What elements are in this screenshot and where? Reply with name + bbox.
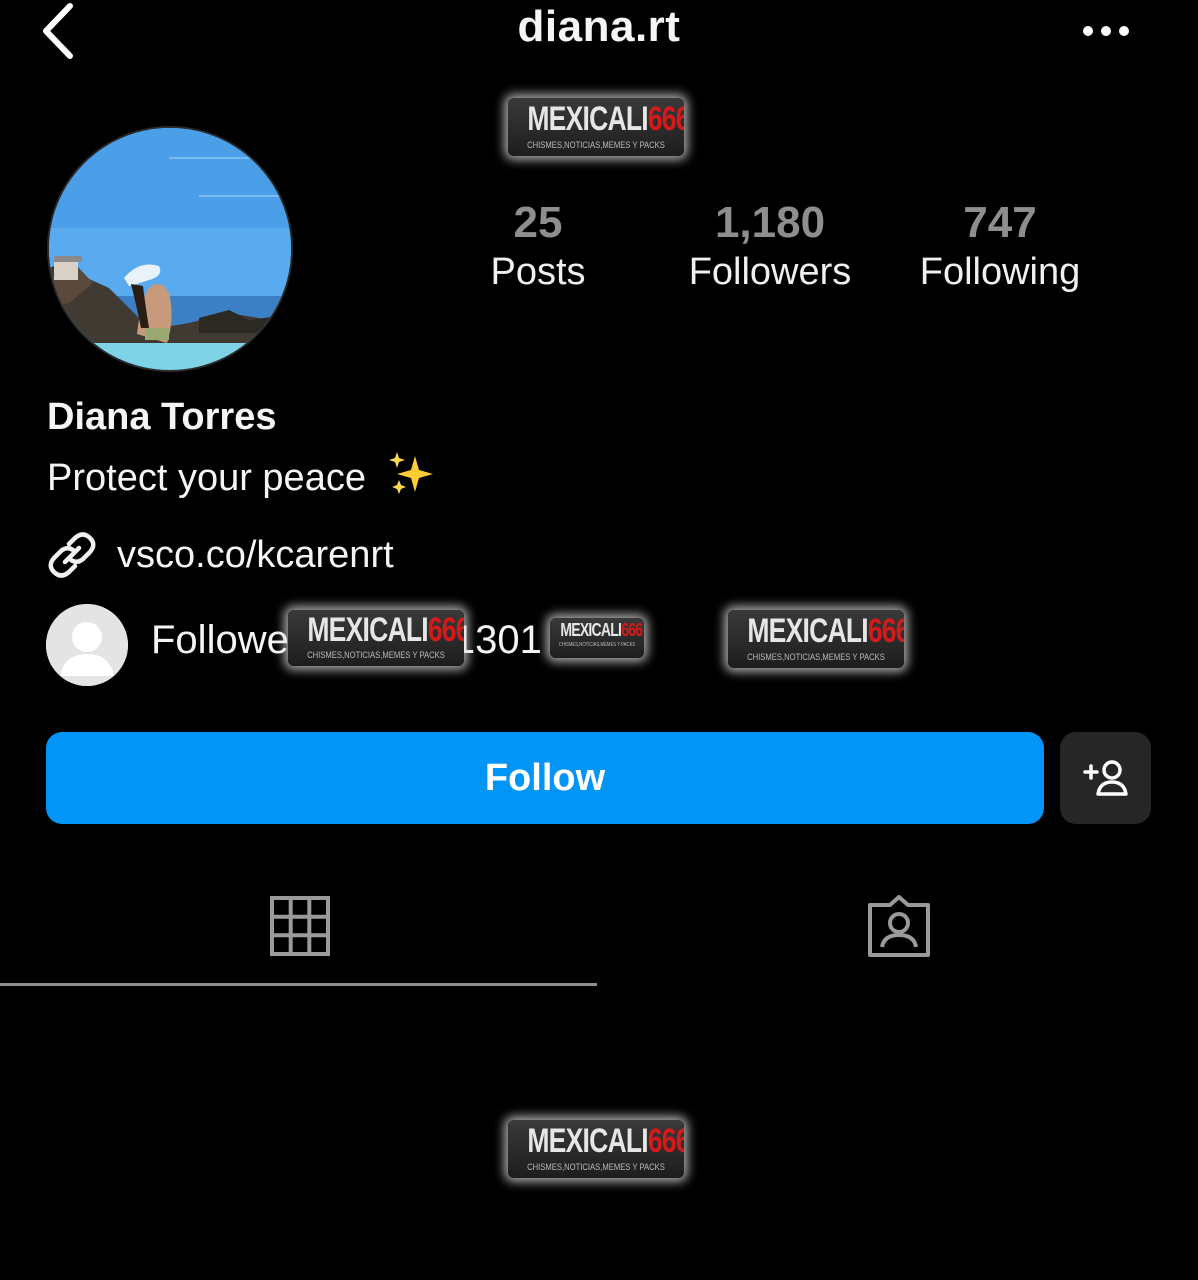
- followers-count-label: Followers: [688, 251, 852, 293]
- posts-count[interactable]: 25 Posts: [468, 198, 608, 296]
- profile-bio: Protect your peace: [47, 450, 437, 508]
- suggested-accounts-button[interactable]: [1060, 732, 1151, 824]
- active-tab-indicator: [0, 983, 597, 986]
- posts-count-value: 25: [513, 198, 563, 247]
- profile-full-name: Diana Torres: [47, 396, 277, 438]
- default-avatar-icon: [46, 604, 128, 686]
- sparkles-icon: [387, 450, 437, 508]
- watermark-logo: MEXICALI666 CHISMES,NOTICIAS,MEMES Y PAC…: [508, 98, 684, 156]
- more-horizontal-icon: [1083, 26, 1129, 36]
- following-count-label: Following: [919, 251, 1081, 293]
- profile-link-text: vsco.co/kcarenrt: [117, 533, 394, 576]
- followers-count-value: 1,180: [714, 198, 826, 247]
- profile-link[interactable]: vsco.co/kcarenrt: [47, 530, 394, 580]
- followers-count[interactable]: 1,180 Followers: [670, 198, 870, 296]
- watermark-logo: MEXICALI666 CHISMES,NOTICIAS,MEMES Y PAC…: [550, 618, 644, 658]
- add-person-icon: [1082, 760, 1128, 796]
- grid-icon: [269, 896, 330, 956]
- profile-avatar[interactable]: [47, 126, 293, 372]
- profile-username: diana.rt: [517, 2, 681, 51]
- watermark-logo: MEXICALI666 CHISMES,NOTICIAS,MEMES Y PAC…: [508, 1120, 684, 1178]
- following-count[interactable]: 747 Following: [900, 198, 1100, 296]
- followed-by-suffix: 1301: [452, 618, 542, 662]
- posts-count-label: Posts: [490, 251, 586, 293]
- watermark-logo: MEXICALI666 CHISMES,NOTICIAS,MEMES Y PAC…: [728, 610, 904, 668]
- tab-tagged[interactable]: [599, 870, 1198, 982]
- avatar-photo: [49, 128, 291, 370]
- link-icon: [48, 532, 96, 578]
- followed-by-avatar[interactable]: [46, 604, 128, 686]
- follow-button[interactable]: Follow: [46, 732, 1044, 824]
- followed-by-prefix: Followe: [151, 618, 289, 662]
- following-count-value: 747: [963, 198, 1037, 247]
- more-options-button[interactable]: [1076, 10, 1136, 52]
- tagged-person-icon: [867, 895, 930, 957]
- watermark-logo: MEXICALI666 CHISMES,NOTICIAS,MEMES Y PAC…: [288, 610, 464, 666]
- tab-posts-grid[interactable]: [0, 870, 599, 982]
- bio-text: Protect your peace: [47, 457, 366, 499]
